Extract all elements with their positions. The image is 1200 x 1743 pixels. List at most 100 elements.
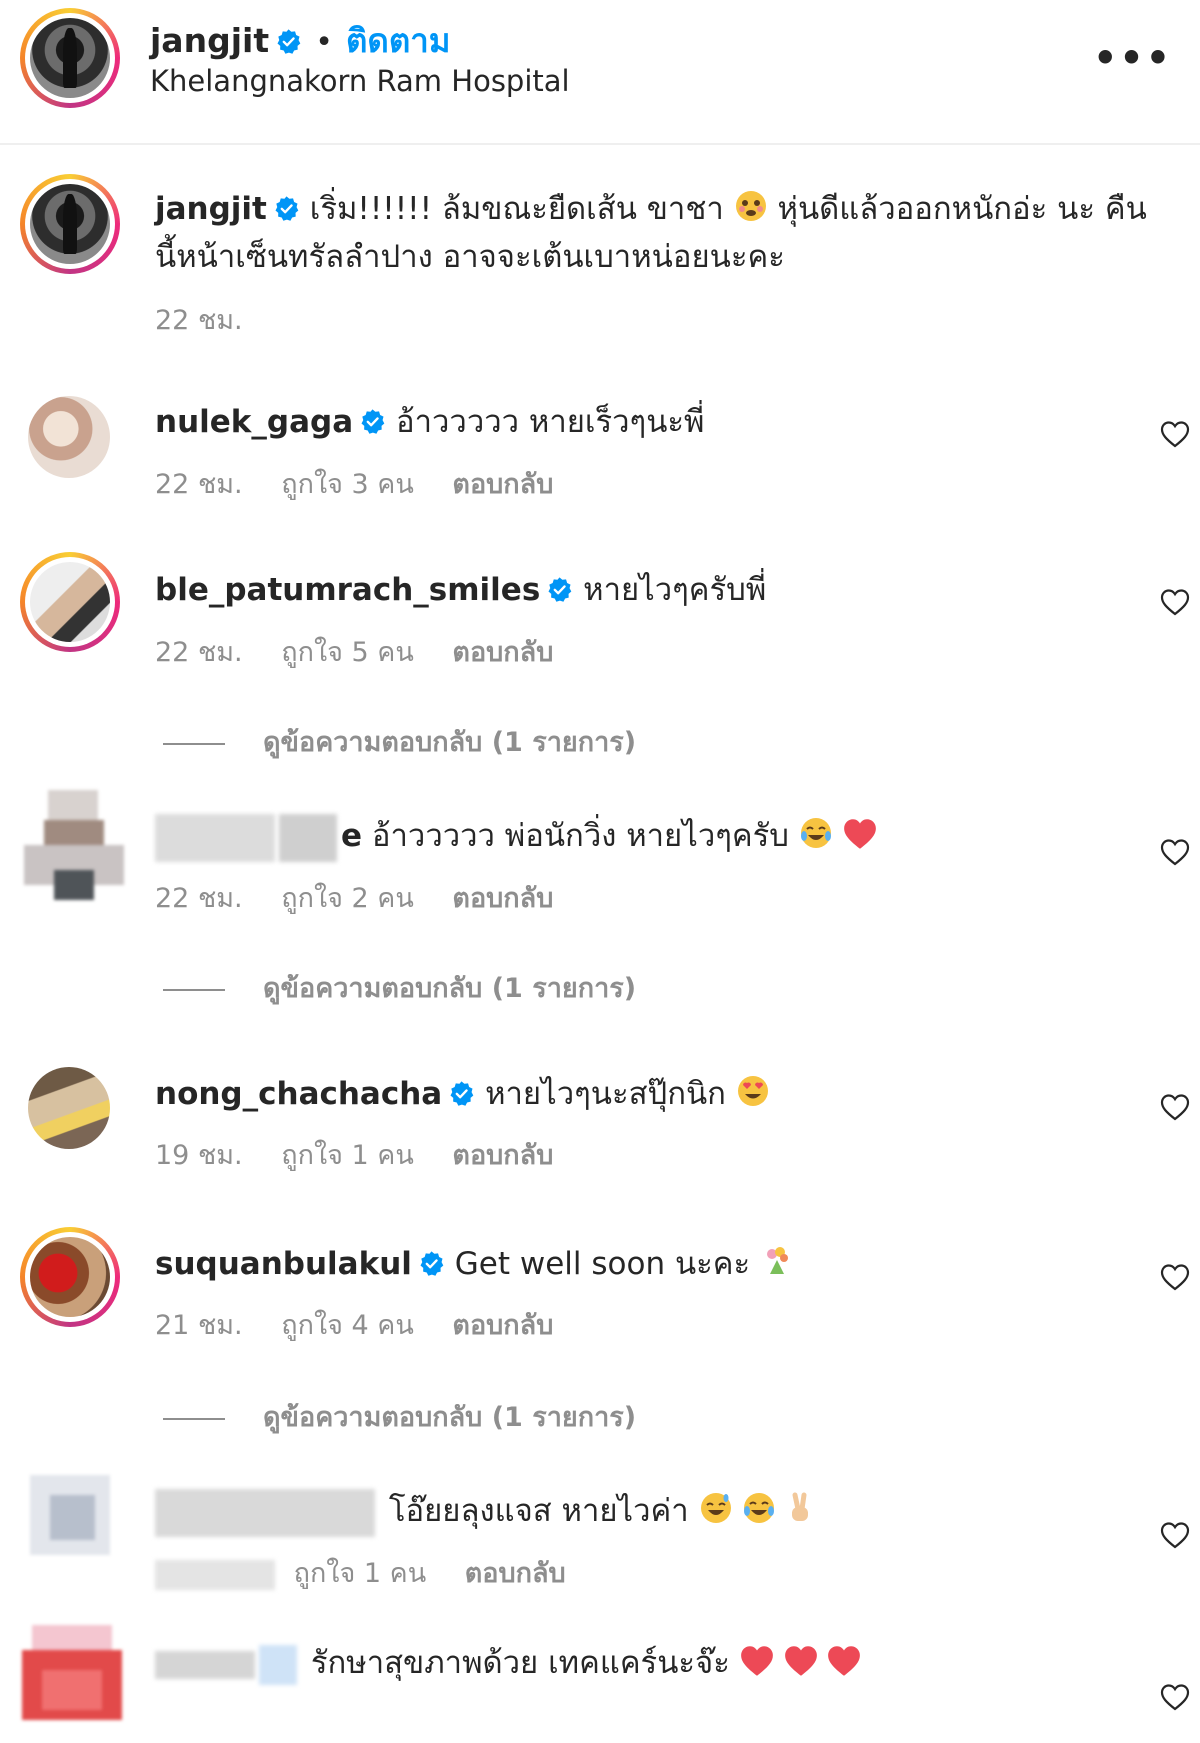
- comment-text: อ้าววววว หายเร็วๆนะพี่: [395, 404, 705, 440]
- blurred-username: [279, 813, 337, 862]
- caption-avatar[interactable]: [20, 174, 120, 274]
- verified-badge-icon: [546, 576, 573, 603]
- verified-badge-icon: [275, 28, 302, 55]
- comment-likes[interactable]: ถูกใจ 2 คน: [281, 883, 414, 914]
- commenter-username[interactable]: suquanbulakul: [155, 1246, 412, 1282]
- commenter-username-suffix[interactable]: e: [341, 818, 362, 854]
- commenter-avatar-pixelated[interactable]: [22, 1625, 122, 1743]
- comment-meta: ถูกใจ 1 คน ตอบกลับ: [155, 1551, 596, 1594]
- author-username[interactable]: jangjit: [150, 21, 269, 60]
- commenter-avatar[interactable]: [28, 396, 110, 478]
- heart-eyes-emoji-icon: [737, 1076, 768, 1106]
- reply-button[interactable]: ตอบกลับ: [452, 1140, 553, 1171]
- location-link[interactable]: Khelangnakorn Ram Hospital: [150, 64, 570, 98]
- blurred-username: [259, 1644, 297, 1685]
- verified-badge-icon: [448, 1080, 475, 1107]
- victory-hand-emoji-icon: [792, 1492, 809, 1521]
- view-replies-button[interactable]: ดูข้อความตอบกลับ (1 รายการ): [163, 966, 636, 1009]
- replies-divider: [163, 988, 225, 991]
- bouquet-emoji-icon: [767, 1247, 789, 1274]
- comment-text: โอ๊ยยลุงแจส หายไวค่า: [388, 1493, 689, 1529]
- comment-meta: 22 ชม. ถูกใจ 5 คน ตอบกลับ: [155, 630, 583, 673]
- comment-text: รักษาสุขภาพด้วย เทคแคร์นะจ๊ะ: [310, 1645, 730, 1681]
- commenter-username[interactable]: nulek_gaga: [155, 404, 353, 440]
- comment-meta: 22 ชม. ถูกใจ 2 คน ตอบกลับ: [155, 876, 583, 919]
- post-header: jangjit • ติดตาม Khelangnakorn Ram Hospi…: [0, 0, 1200, 145]
- separator-dot: •: [315, 25, 333, 60]
- follow-button[interactable]: ติดตาม: [346, 21, 451, 60]
- header-title-row: jangjit • ติดตาม: [150, 14, 451, 67]
- comment-body: รักษาสุขภาพด้วย เทคแคร์นะจ๊ะ: [155, 1639, 861, 1687]
- commenter-avatar[interactable]: [28, 1067, 110, 1149]
- comment-likes[interactable]: ถูกใจ 1 คน: [294, 1558, 427, 1589]
- comment-likes[interactable]: ถูกใจ 5 คน: [281, 637, 414, 668]
- view-replies-button[interactable]: ดูข้อความตอบกลับ (1 รายการ): [163, 720, 636, 763]
- replies-divider: [163, 742, 225, 745]
- red-heart-emoji-icon: [740, 1645, 774, 1677]
- verified-badge-icon: [273, 195, 300, 222]
- author-avatar[interactable]: [20, 8, 120, 108]
- reply-button[interactable]: ตอบกลับ: [452, 637, 553, 668]
- comment-body: nong_chachacha หายไวๆนะสปุ๊กนิก: [155, 1070, 770, 1118]
- comment-body: โอ๊ยยลุงแจส หายไวค่า: [155, 1487, 816, 1537]
- commenter-avatar[interactable]: [20, 552, 120, 652]
- replies-divider: [163, 1417, 225, 1420]
- heart-outline-icon[interactable]: [1160, 838, 1190, 866]
- comment-meta: 19 ชม. ถูกใจ 1 คน ตอบกลับ: [155, 1133, 583, 1176]
- heart-outline-icon[interactable]: [1160, 1521, 1190, 1549]
- view-replies-button[interactable]: ดูข้อความตอบกลับ (1 รายการ): [163, 1395, 636, 1438]
- caption-text-1b: หุ่นดีแล้วออกหนักอ่ะ นะ คืน: [777, 191, 1147, 227]
- blurred-username: [155, 813, 275, 862]
- comment-likes[interactable]: ถูกใจ 4 คน: [281, 1310, 414, 1341]
- caption-text-1: เริ่ม!!!!!! ล้มขณะยืดเส้น ขาชา: [309, 191, 724, 227]
- comment-body: e อ้าววววว พ่อนักวิ่ง หายไวๆครับ: [155, 812, 877, 862]
- tears-of-joy-emoji-icon: [800, 818, 831, 848]
- tears-of-joy-emoji-icon: [744, 1493, 775, 1523]
- blurred-username: [155, 1650, 255, 1679]
- comment-time: 22 ชม.: [155, 637, 243, 668]
- comment-meta: 21 ชม. ถูกใจ 4 คน ตอบกลับ: [155, 1303, 583, 1346]
- comment-item: e อ้าววววว พ่อนักวิ่ง หายไวๆครับ 22 ชม. …: [0, 790, 1200, 1004]
- commenter-avatar-pixelated[interactable]: [24, 790, 124, 910]
- commenter-username[interactable]: nong_chachacha: [155, 1076, 442, 1112]
- more-options-icon[interactable]: •••: [1093, 36, 1172, 80]
- comment-time: 21 ชม.: [155, 1310, 243, 1341]
- verified-badge-icon: [418, 1250, 445, 1277]
- commenter-avatar[interactable]: [20, 1227, 120, 1327]
- comment-meta: 22 ชม. ถูกใจ 3 คน ตอบกลับ: [155, 462, 583, 505]
- red-heart-emoji-icon: [843, 818, 877, 850]
- comment-item: โอ๊ยยลุงแจส หายไวค่า ถูกใจ 1 คน ตอบกลับ: [0, 1465, 1200, 1605]
- caption-text-2: นี้หน้าเซ็นทรัลลำปาง อาจจะเต้นเบาหน่อยนะ…: [155, 239, 785, 275]
- comment-body: suquanbulakul Get well soon นะคะ: [155, 1240, 794, 1288]
- heart-outline-icon[interactable]: [1160, 1093, 1190, 1121]
- caption-username[interactable]: jangjit: [155, 191, 267, 227]
- comment-text: หายไวๆครับพี่: [583, 572, 767, 608]
- comment-text: หายไวๆนะสปุ๊กนิก: [485, 1076, 726, 1112]
- sweat-smile-emoji-icon: [700, 1493, 731, 1523]
- heart-outline-icon[interactable]: [1160, 1263, 1190, 1291]
- commenter-username[interactable]: ble_patumrach_smiles: [155, 572, 540, 608]
- comment-time: 22 ชม.: [155, 883, 243, 914]
- caption-time: 22 ชม.: [155, 305, 243, 336]
- verified-badge-icon: [359, 408, 386, 435]
- comment-item: nong_chachacha หายไวๆนะสปุ๊กนิก 19 ชม. ถ…: [0, 1065, 1200, 1195]
- red-heart-emoji-icon: [784, 1645, 818, 1677]
- comment-item: nulek_gaga อ้าววววว หายเร็วๆนะพี่ 22 ชม.…: [0, 380, 1200, 510]
- comment-likes[interactable]: ถูกใจ 3 คน: [281, 469, 414, 500]
- reply-button[interactable]: ตอบกลับ: [465, 1558, 566, 1589]
- blurred-time: [155, 1559, 275, 1590]
- reply-button[interactable]: ตอบกลับ: [452, 1310, 553, 1341]
- blurred-username: [155, 1488, 375, 1537]
- red-heart-emoji-icon: [827, 1645, 861, 1677]
- comment-text: Get well soon นะคะ: [454, 1246, 751, 1282]
- heart-outline-icon[interactable]: [1160, 588, 1190, 616]
- reply-button[interactable]: ตอบกลับ: [452, 883, 553, 914]
- reply-button[interactable]: ตอบกลับ: [452, 469, 553, 500]
- commenter-avatar-pixelated[interactable]: [20, 1465, 125, 1570]
- comment-item: suquanbulakul Get well soon นะคะ 21 ชม. …: [0, 1225, 1200, 1433]
- comment-text: อ้าววววว พ่อนักวิ่ง หายไวๆครับ: [371, 818, 789, 854]
- heart-outline-icon[interactable]: [1160, 420, 1190, 448]
- heart-outline-icon[interactable]: [1160, 1683, 1190, 1711]
- comment-time: 19 ชม.: [155, 1140, 243, 1171]
- comment-likes[interactable]: ถูกใจ 1 คน: [281, 1140, 414, 1171]
